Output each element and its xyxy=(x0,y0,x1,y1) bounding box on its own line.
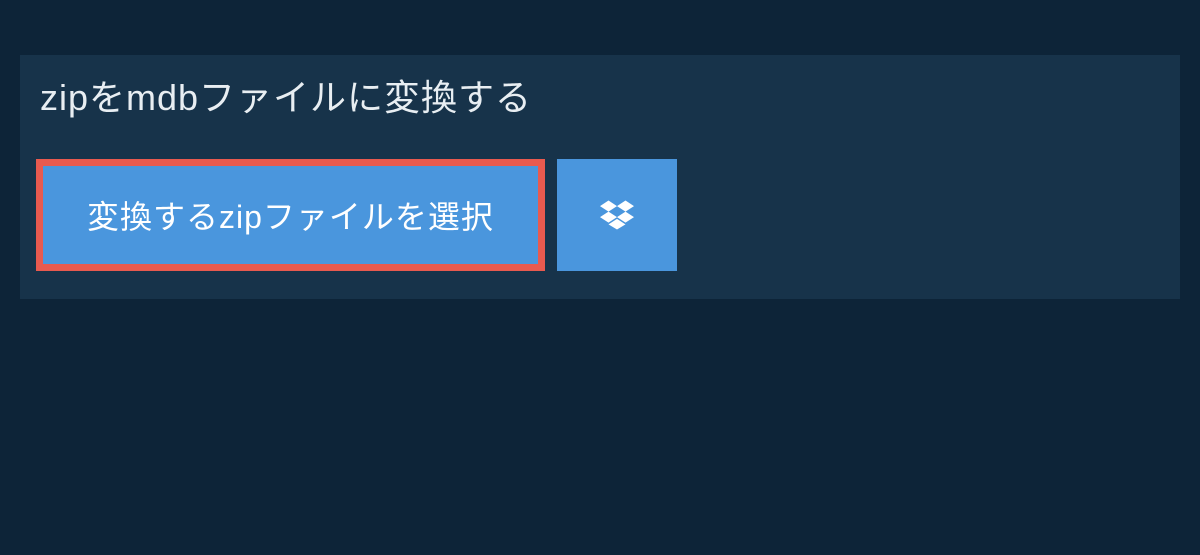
page-title: zipをmdbファイルに変換する xyxy=(40,69,532,121)
select-file-label: 変換するzipファイルを選択 xyxy=(87,192,494,238)
dropbox-button[interactable] xyxy=(557,159,677,271)
converter-panel: zipをmdbファイルに変換する 変換するzipファイルを選択 xyxy=(20,55,1180,299)
title-wrapper: zipをmdbファイルに変換する xyxy=(20,55,552,135)
dropbox-icon xyxy=(600,200,634,230)
select-file-button[interactable]: 変換するzipファイルを選択 xyxy=(36,159,545,271)
action-row: 変換するzipファイルを選択 xyxy=(20,135,1180,299)
